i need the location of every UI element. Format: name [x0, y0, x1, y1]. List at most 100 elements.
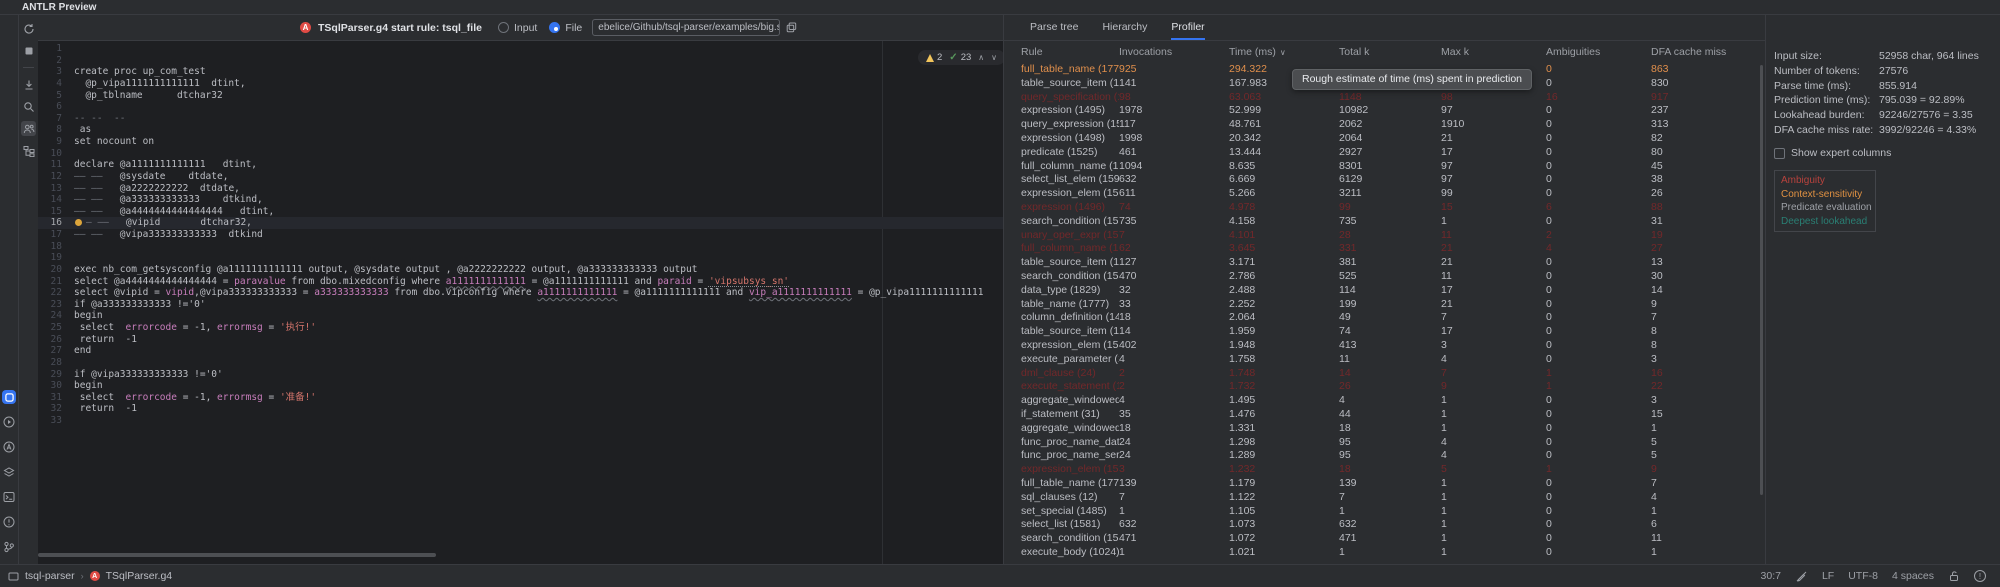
copy-path-icon[interactable]: [786, 22, 797, 33]
profiler-row[interactable]: column_definition (1421)182.06449707: [1004, 311, 1765, 325]
profiler-row[interactable]: aggregate_windowed...181.33118101: [1004, 422, 1765, 436]
profiler-row[interactable]: table_source_item (15...141.959741708: [1004, 325, 1765, 339]
profiler-row[interactable]: full_table_name (1773)1391.179139107: [1004, 477, 1765, 491]
file-radio[interactable]: [549, 22, 560, 33]
column-header[interactable]: Time (ms)∨: [1229, 46, 1339, 58]
profiler-row[interactable]: select_list_elem (1592)6326.669612997038: [1004, 173, 1765, 187]
code-line[interactable]: 19: [38, 252, 1003, 264]
file-path-input[interactable]: ebelice/Github/tsql-parser/examples/big.…: [592, 19, 780, 36]
tab-profiler[interactable]: Profiler: [1171, 15, 1204, 40]
profiler-row[interactable]: expression (1498)199820.342206421082: [1004, 132, 1765, 146]
code-line[interactable]: 20exec nb_com_getsysconfig @a11111111111…: [38, 264, 1003, 276]
profiler-row[interactable]: query_specification (1...9863.0631148981…: [1004, 91, 1765, 105]
stop-icon[interactable]: [21, 43, 36, 58]
code-line[interactable]: 33: [38, 415, 1003, 427]
antlr-preview-tool-icon[interactable]: [2, 390, 16, 404]
profiler-row[interactable]: search_condition (1516)4711.0724711011: [1004, 532, 1765, 546]
code-line[interactable]: 14—— —— @a333333333333 dtkind,: [38, 194, 1003, 206]
profiler-row[interactable]: func_proc_name_data...241.29895405: [1004, 436, 1765, 450]
layers-icon[interactable]: [2, 465, 16, 479]
encoding-indicator[interactable]: UTF-8: [1848, 570, 1878, 582]
hierarchy-icon[interactable]: [21, 143, 36, 158]
code-line[interactable]: 27end: [38, 345, 1003, 357]
profiler-row[interactable]: dml_clause (24)21.748147116: [1004, 367, 1765, 381]
code-line[interactable]: 18: [38, 241, 1003, 253]
refresh-icon[interactable]: [21, 21, 36, 36]
profiler-row[interactable]: expression_elem (1589)4021.948413308: [1004, 339, 1765, 353]
code-line[interactable]: 22select @vipid = vipid,@vipa33333333333…: [38, 287, 1003, 299]
git-branch-icon[interactable]: [2, 540, 16, 554]
profiler-row[interactable]: expression (1496)744.9789915688: [1004, 201, 1765, 215]
code-line[interactable]: 15—— —— @a4444444444444444 dtint,: [38, 206, 1003, 218]
horizontal-scrollbar[interactable]: [38, 553, 436, 557]
profiler-row[interactable]: expression (1495)197852.99910982970237: [1004, 104, 1765, 118]
input-radio-label[interactable]: Input: [514, 22, 537, 34]
terminal-icon[interactable]: [2, 490, 16, 504]
code-line[interactable]: 13—— —— @a2222222222 dtdate,: [38, 183, 1003, 195]
passed-indicator[interactable]: ✓ 23: [949, 52, 971, 63]
code-line[interactable]: 29if @vipa333333333333 !='0': [38, 369, 1003, 381]
profiler-row[interactable]: search_condition (1519)7354.1587351031: [1004, 215, 1765, 229]
code-line[interactable]: 6: [38, 101, 1003, 113]
profiler-row[interactable]: query_expression (1527)11748.76120621910…: [1004, 118, 1765, 132]
code-line[interactable]: 2: [38, 55, 1003, 67]
profiler-row[interactable]: table_source_item (15...1273.17138121013: [1004, 256, 1765, 270]
intention-bulb-icon[interactable]: [75, 219, 82, 226]
column-header[interactable]: Max k: [1441, 46, 1546, 58]
line-ending-indicator[interactable]: LF: [1822, 570, 1834, 582]
column-header[interactable]: Ambiguities: [1546, 46, 1651, 58]
code-line[interactable]: 23if @a333333333333 !='0': [38, 299, 1003, 311]
run-icon[interactable]: [2, 415, 16, 429]
project-name[interactable]: tsql-parser: [25, 570, 75, 582]
caret-position[interactable]: 30:7: [1761, 570, 1781, 582]
highlighting-level-icon[interactable]: [1795, 570, 1808, 583]
profiler-row[interactable]: sql_clauses (12)71.1227104: [1004, 491, 1765, 505]
profiler-row[interactable]: expression_elem (15...31.23218519: [1004, 463, 1765, 477]
profiler-row[interactable]: execute_statement (1...21.732269122: [1004, 380, 1765, 394]
code-line[interactable]: 24begin: [38, 310, 1003, 322]
profiler-row[interactable]: func_proc_name_serv...241.28995405: [1004, 449, 1765, 463]
code-line[interactable]: 32 return -1: [38, 403, 1003, 415]
code-line[interactable]: 9set nocount on: [38, 136, 1003, 148]
vertical-scrollbar[interactable]: [1760, 65, 1763, 495]
warnings-indicator[interactable]: 2: [926, 52, 942, 63]
code-line[interactable]: 16— —— @vipid dtchar32,: [38, 217, 1003, 229]
code-line[interactable]: 17—— —— @vipa333333333333 dtkind: [38, 229, 1003, 241]
tab-hierarchy[interactable]: Hierarchy: [1102, 15, 1147, 40]
column-header[interactable]: Invocations: [1119, 46, 1229, 58]
profiler-row[interactable]: table_name (1777)332.2521992109: [1004, 298, 1765, 312]
expert-columns-checkbox[interactable]: [1774, 148, 1785, 159]
profiler-row[interactable]: full_column_name (17...10948.63583019704…: [1004, 160, 1765, 174]
code-line[interactable]: 30begin: [38, 380, 1003, 392]
code-line[interactable]: 4 @p_vipa1111111111111 dtint,: [38, 78, 1003, 90]
unlocked-icon[interactable]: [1948, 570, 1960, 582]
search-icon[interactable]: [21, 99, 36, 114]
expert-columns-row[interactable]: Show expert columns: [1774, 146, 1992, 160]
code-line[interactable]: 31 select errorcode = -1, errormsg = '准备…: [38, 392, 1003, 404]
profiler-row[interactable]: search_condition (1517)4702.78652511030: [1004, 270, 1765, 284]
code-line[interactable]: 1: [38, 43, 1003, 55]
scroll-to-source-icon[interactable]: [21, 77, 36, 92]
file-radio-label[interactable]: File: [565, 22, 582, 34]
tab-parse-tree[interactable]: Parse tree: [1030, 15, 1078, 40]
code-line[interactable]: 8 as: [38, 124, 1003, 136]
profiler-row[interactable]: execute_parameter (1...41.75811403: [1004, 353, 1765, 367]
code-line[interactable]: 3create proc up_com_test: [38, 66, 1003, 78]
column-header[interactable]: DFA cache miss: [1651, 46, 1765, 58]
code-line[interactable]: 7-- -- --: [38, 113, 1003, 125]
code-line[interactable]: 21select @a4444444444444444 = paravalue …: [38, 276, 1003, 288]
code-line[interactable]: 11declare @a1111111111111 dtint,: [38, 159, 1003, 171]
code-line[interactable]: 12—— —— @sysdate dtdate,: [38, 171, 1003, 183]
code-line[interactable]: 28: [38, 357, 1003, 369]
column-header[interactable]: Rule: [1021, 46, 1119, 58]
column-header[interactable]: Total k: [1339, 46, 1441, 58]
profiler-row[interactable]: predicate (1525)46113.444292717080: [1004, 146, 1765, 160]
profiler-row[interactable]: execute_body (1024)11.0211101: [1004, 546, 1765, 560]
code-line[interactable]: 26 return -1: [38, 334, 1003, 346]
code-line[interactable]: 5 @p_tblname dtchar32: [38, 90, 1003, 102]
letter-a-circle-icon[interactable]: [2, 440, 16, 454]
code-line[interactable]: 25 select errorcode = -1, errormsg = '执行…: [38, 322, 1003, 334]
problems-icon[interactable]: [2, 515, 16, 529]
next-problem-icon[interactable]: ∨: [991, 53, 997, 62]
profiler-row[interactable]: expression_elem (1590)6115.266321199026: [1004, 187, 1765, 201]
